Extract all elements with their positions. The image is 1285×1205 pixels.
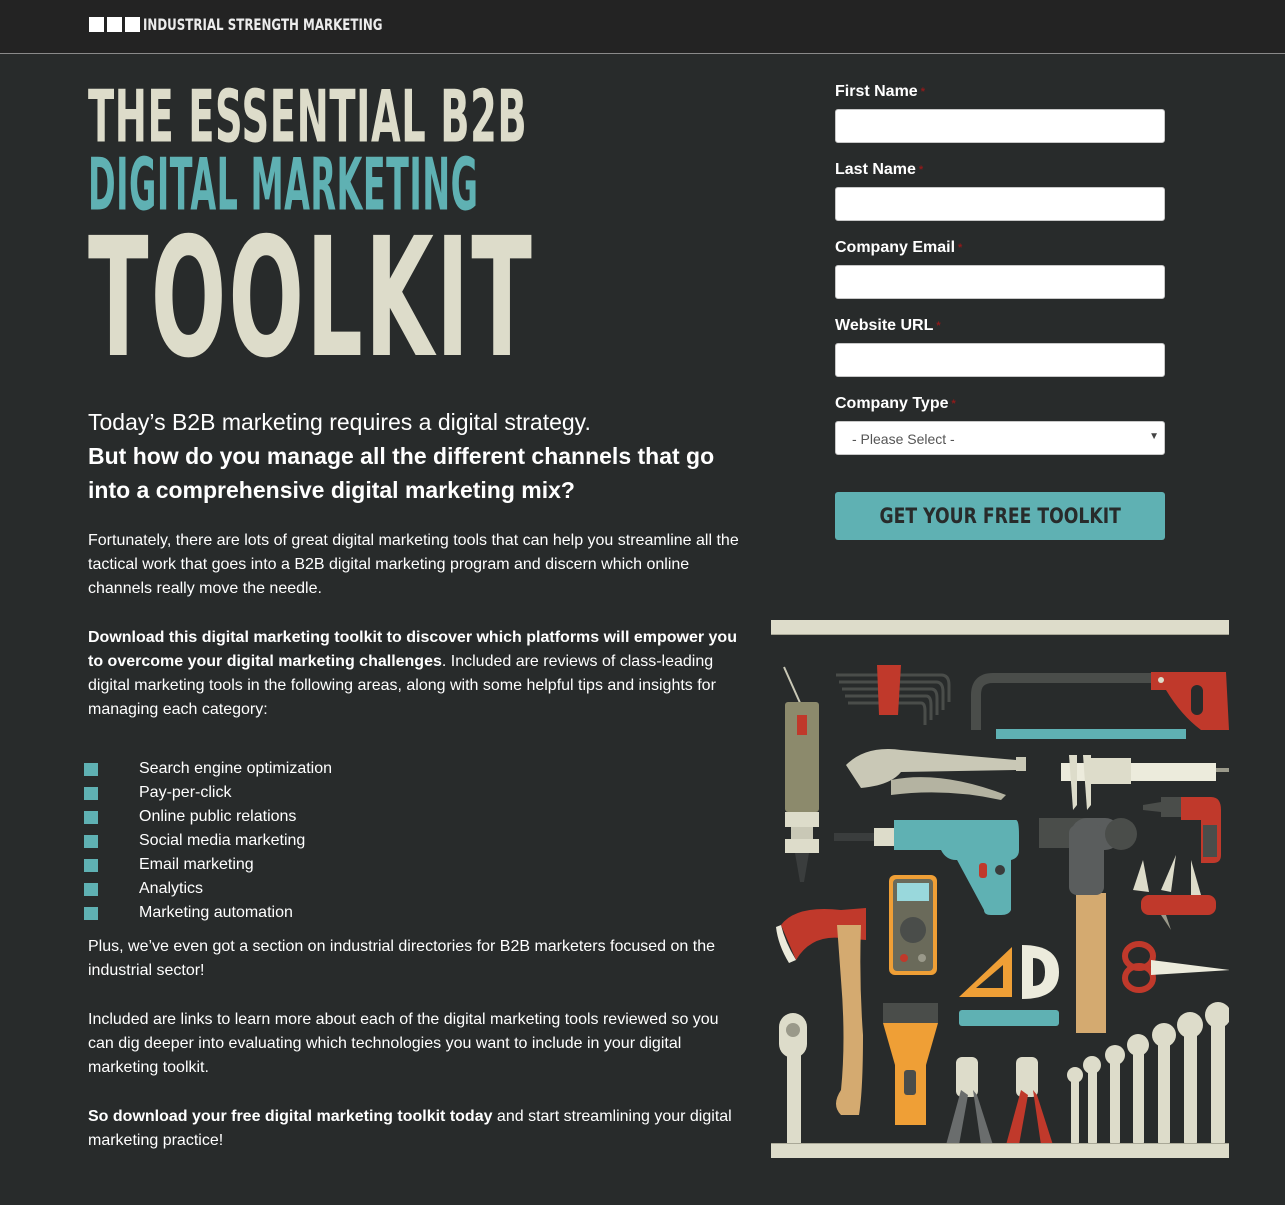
company-type-label: Company Type * <box>835 392 1165 421</box>
bullet-square-icon <box>84 858 98 872</box>
first-name-input[interactable] <box>835 109 1165 143</box>
scissors-icon <box>1122 941 1229 993</box>
intro-question: But how do you manage all the different … <box>88 443 715 503</box>
required-marker: * <box>958 242 963 254</box>
hex-key-holder <box>877 665 901 715</box>
company-type-select[interactable]: - Please Select - ▼ <box>835 421 1165 455</box>
list-item: Analytics <box>84 877 332 901</box>
first-name-label-text: First Name <box>835 83 918 100</box>
signup-form: First Name * Last Name * Company Email * We… <box>835 80 1165 540</box>
list-item: Online public relations <box>84 805 332 829</box>
paragraph-2: Download this digital marketing toolkit … <box>88 626 748 722</box>
company-email-label-text: Company Email <box>835 239 956 256</box>
locking-pliers-icon <box>846 749 1026 800</box>
ratchet-icon <box>779 1013 807 1145</box>
last-name-field-group: Last Name * <box>835 158 1165 221</box>
jumper-clamp-icon <box>1006 1057 1053 1145</box>
cordless-screwdriver-icon <box>1143 797 1221 863</box>
paragraph-1: Fortunately, there are lots of great dig… <box>88 532 739 597</box>
first-name-field-group: First Name * <box>835 80 1165 143</box>
bullet-square-icon <box>84 762 98 776</box>
list-item-label: Marketing automation <box>139 904 293 921</box>
required-marker: * <box>951 398 956 410</box>
company-email-label: Company Email * <box>835 236 1165 265</box>
tools-graphic <box>776 665 1229 1145</box>
last-name-label: Last Name * <box>835 158 1165 187</box>
bullet-square-icon <box>84 882 98 896</box>
logo-square-icon <box>125 17 140 32</box>
hacksaw-icon <box>971 672 1229 739</box>
required-marker: * <box>918 164 924 176</box>
paragraph-5-bold: So download your free digital marketing … <box>88 1108 493 1125</box>
website-url-field-group: Website URL * <box>835 314 1165 377</box>
multimeter-icon <box>889 875 937 975</box>
list-item: Pay-per-click <box>84 781 332 805</box>
list-item: Marketing automation <box>84 901 332 925</box>
first-name-label: First Name * <box>835 80 1165 109</box>
list-item: Email marketing <box>84 853 332 877</box>
website-url-label-text: Website URL <box>835 317 934 334</box>
required-marker: * <box>936 320 941 332</box>
website-url-input[interactable] <box>835 343 1165 377</box>
list-item-label: Search engine optimization <box>139 760 333 777</box>
last-name-input[interactable] <box>835 187 1165 221</box>
bullet-square-icon <box>84 834 98 848</box>
bullet-square-icon <box>84 906 98 920</box>
swiss-army-knife-icon <box>1133 855 1216 930</box>
list-item: Social media marketing <box>84 829 332 853</box>
tools-illustration <box>771 620 1229 1158</box>
dropdown-arrow-icon: ▼ <box>1149 431 1159 442</box>
website-url-label: Website URL * <box>835 314 1165 343</box>
list-item-label: Pay-per-click <box>139 784 232 801</box>
logo-square-icon <box>107 17 122 32</box>
areas-list: Search engine optimization Pay-per-click… <box>84 757 332 925</box>
list-item-label: Social media marketing <box>139 832 306 849</box>
bullet-square-icon <box>84 810 98 824</box>
list-item: Search engine optimization <box>84 757 332 781</box>
paragraph-4: Included are links to learn more about e… <box>88 1011 719 1076</box>
company-type-selected-value: - Please Select - <box>852 431 955 447</box>
air-screwdriver-icon <box>783 666 819 882</box>
company-email-input[interactable] <box>835 265 1165 299</box>
jumper-clamp-icon <box>946 1057 993 1145</box>
flashlight-icon <box>883 1003 938 1125</box>
set-square-icon <box>959 947 1012 997</box>
brand-name: INDUSTRIAL STRENGTH MARKETING <box>143 15 383 34</box>
company-type-field-group: Company Type * - Please Select - ▼ <box>835 392 1165 455</box>
shelf-bottom <box>771 1143 1229 1158</box>
paragraph-3: Plus, we’ve even got a section on indust… <box>88 938 715 979</box>
get-toolkit-button[interactable]: GET YOUR FREE TOOLKIT <box>835 492 1165 540</box>
company-type-label-text: Company Type <box>835 395 949 412</box>
intro-lead: Today’s B2B marketing requires a digital… <box>88 409 591 435</box>
required-marker: * <box>920 86 925 98</box>
list-item-label: Online public relations <box>139 808 297 825</box>
top-bar: INDUSTRIAL STRENGTH MARKETING <box>0 0 1285 54</box>
get-toolkit-button-label: GET YOUR FREE TOOLKIT <box>879 504 1121 528</box>
ruler-icon <box>959 1010 1059 1026</box>
logo[interactable]: INDUSTRIAL STRENGTH MARKETING <box>89 16 467 33</box>
protractor-icon <box>1022 945 1059 999</box>
title-line-3: TOOLKIT <box>88 201 535 395</box>
paragraph-5: So download your free digital marketing … <box>88 1105 748 1153</box>
hammer-icon <box>1039 818 1137 1033</box>
intro: Today’s B2B marketing requires a digital… <box>88 405 748 507</box>
list-item-label: Analytics <box>139 880 204 897</box>
logo-square-icon <box>89 17 104 32</box>
company-email-field-group: Company Email * <box>835 236 1165 299</box>
bullet-square-icon <box>84 786 98 800</box>
last-name-label-text: Last Name <box>835 161 916 178</box>
list-item-label: Email marketing <box>139 856 254 873</box>
